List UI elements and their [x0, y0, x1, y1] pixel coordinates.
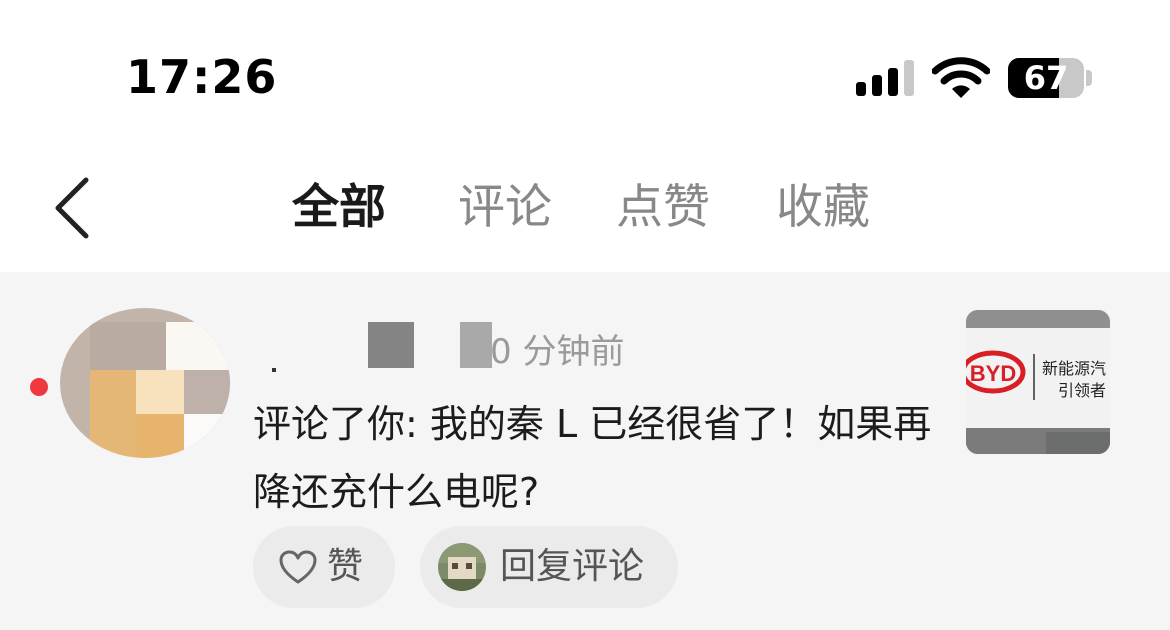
tab-favorites[interactable]: 收藏	[776, 176, 870, 240]
reply-comment-button[interactable]: 回复评论	[420, 526, 678, 608]
thumbnail-logo: BYD	[970, 361, 1016, 386]
like-label: 赞	[327, 546, 364, 587]
unread-dot	[30, 378, 48, 396]
byd-store-image: BYD 新能源汽 引领者	[966, 310, 1110, 454]
username-redaction	[460, 322, 492, 368]
battery-icon: 67	[1008, 58, 1084, 98]
status-time: 17:26	[126, 50, 278, 104]
comment-text: 评论了你: 我的秦 L 已经很省了！如果再降还充什么电呢?	[253, 402, 932, 514]
chevron-left-icon[interactable]	[50, 176, 98, 240]
user-avatar	[438, 543, 486, 591]
username-redaction	[368, 322, 414, 368]
heart-icon	[279, 550, 317, 584]
post-thumbnail[interactable]: BYD 新能源汽 引领者	[966, 310, 1110, 454]
thumbnail-text-line2: 引领者	[1058, 381, 1106, 400]
notification-item[interactable]: 0 分钟前 评论了你: 我的秦 L 已经很省了！如果再降还充什么电呢? 赞 回复…	[0, 272, 1170, 630]
reply-label: 回复评论	[500, 546, 645, 587]
tab-likes[interactable]: 点赞	[616, 176, 710, 240]
notification-time: 0 分钟前	[490, 332, 625, 372]
tab-all[interactable]: 全部	[292, 176, 386, 240]
avatar[interactable]	[60, 308, 230, 458]
like-button[interactable]: 赞	[253, 526, 395, 608]
username-redaction	[272, 368, 276, 372]
signal-icon	[856, 60, 914, 96]
battery-level: 67	[1023, 59, 1069, 97]
battery-cap	[1086, 70, 1092, 86]
tab-comments[interactable]: 评论	[458, 176, 552, 240]
thumbnail-text-line1: 新能源汽	[1042, 359, 1106, 378]
wifi-icon	[932, 57, 990, 98]
